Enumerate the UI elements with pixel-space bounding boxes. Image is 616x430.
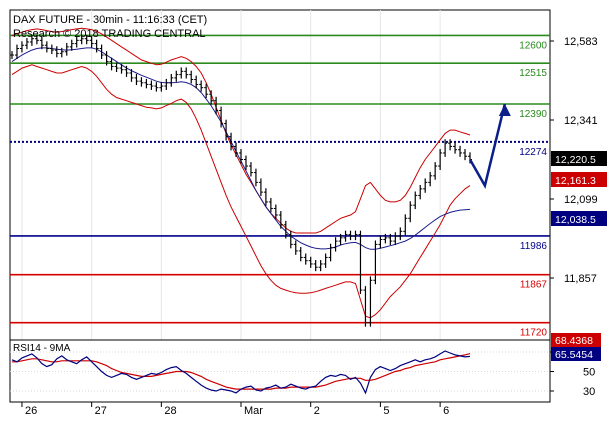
rsi-panel: RSI14 - 9MA: [9, 339, 551, 403]
chart-canvas: 12600 12515 12390 12274 11986 11867 11720 DAX …: [0, 0, 616, 430]
x-tick-label: 5: [383, 405, 389, 417]
rsi-y-tick-label: 50: [583, 367, 595, 379]
price-tag-label: 12,038.5: [555, 214, 596, 226]
price-y-tick-label: 11,857: [564, 273, 597, 285]
chart-subtitle: Research © 2018 TRADING CENTRAL: [13, 28, 206, 40]
level-label-12600: 12600: [519, 40, 547, 51]
level-label-12515: 12515: [519, 68, 547, 79]
rsi-tag-label: 65.5454: [555, 349, 593, 361]
x-tick-label: 2: [314, 405, 320, 417]
level-label-11867: 11867: [520, 280, 548, 291]
x-tick-label: 28: [164, 405, 176, 417]
chart-title: DAX FUTURE - 30min - 11:16:33 (CET): [13, 14, 207, 26]
rsi-tag-label: 68.4368: [555, 335, 593, 347]
x-tick-label: 26: [25, 405, 37, 417]
price-y-tick-label: 12,099: [564, 194, 598, 206]
price-tag-label: 12,220.5: [555, 154, 596, 166]
price-y-tick-label: 12,583: [564, 36, 598, 48]
price-y-tick-label: 12,341: [564, 115, 598, 127]
x-tick-label: 27: [95, 405, 107, 417]
x-tick-label: 6: [443, 405, 449, 417]
price-panel: 12600 12515 12390 12274 11986 11867 11720 DAX …: [9, 9, 551, 341]
rsi-tags: 68.4368 65.5454: [551, 333, 601, 361]
price-tag-label: 12,161.3: [555, 175, 596, 187]
rsi-label: RSI14 - 9MA: [13, 343, 71, 354]
level-label-11720: 11720: [520, 328, 548, 339]
x-tick-label: Mar: [244, 405, 263, 417]
level-label-12274: 12274: [519, 147, 547, 158]
rsi-y-tick-label: 30: [583, 386, 595, 398]
level-label-12390: 12390: [519, 109, 547, 120]
level-label-11986: 11986: [520, 241, 548, 252]
